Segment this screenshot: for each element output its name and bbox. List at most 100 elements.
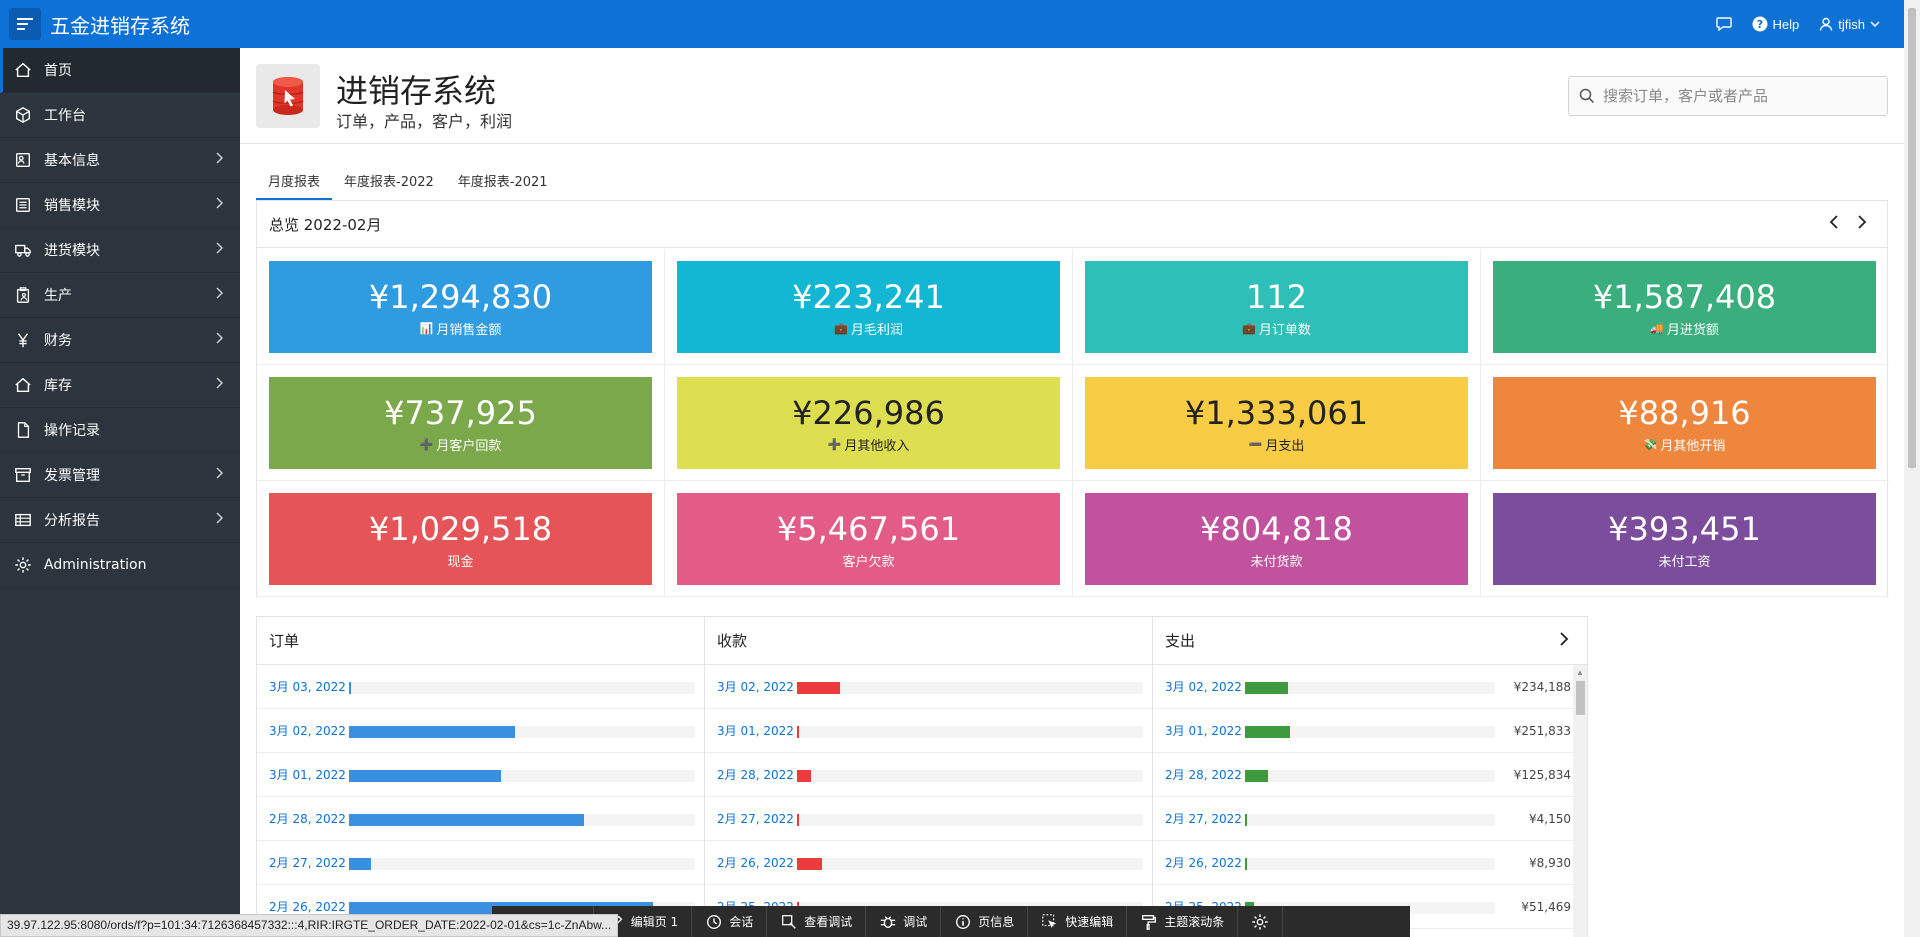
view-more-button[interactable] [1559,630,1569,651]
chevron-right-icon [216,377,224,393]
sidebar-item-10[interactable]: 分析报告 [0,498,240,543]
date-link[interactable]: 3月 01, 2022 [269,766,349,783]
chevron-right-icon [216,152,224,168]
table-icon [12,509,34,531]
date-link[interactable]: 2月 28, 2022 [1165,766,1245,783]
chevron-right-icon [216,197,224,213]
tab-monthly[interactable]: 月度报表 [256,166,333,200]
date-link[interactable]: 3月 02, 2022 [717,678,797,695]
metric-label-row: ➕ 月客户回款 [269,435,652,454]
devbar-cursor-button[interactable]: 快速编辑 [1028,906,1128,937]
metric-cell: ¥1,333,061 ➖ 月支出 [1073,365,1481,481]
sidebar-item-label: 基本信息 [44,153,100,169]
sidebar-item-label: 分析报告 [44,513,100,529]
date-link[interactable]: 2月 26, 2022 [717,854,797,871]
metric-label-row: ➖ 月支出 [1085,435,1468,454]
metric-label: 客户欠款 [842,555,895,570]
amount-value: ¥234,188 [1513,679,1571,694]
date-link[interactable]: 2月 27, 2022 [269,854,349,871]
sidebar-item-6[interactable]: 财务 [0,318,240,363]
metric-tile[interactable]: 112 💼 月订单数 [1085,261,1468,353]
metric-value: ¥88,916 [1618,394,1751,432]
metric-value: ¥226,986 [792,394,945,432]
help-button[interactable]: ? Help [1752,16,1799,32]
panel-scrollbar[interactable]: ▲ [1573,665,1587,937]
date-link[interactable]: 2月 27, 2022 [1165,810,1245,827]
panel-scrollbar-thumb[interactable] [1576,681,1585,715]
menu-toggle-button[interactable] [9,8,41,40]
bar-track [1245,682,1495,694]
sidebar-item-9[interactable]: 发票管理 [0,453,240,498]
gear-icon [12,554,34,576]
date-link[interactable]: 3月 02, 2022 [269,722,349,739]
tab-annual-2022[interactable]: 年度报表-2022 [332,166,446,200]
metric-tile[interactable]: ¥1,294,830 📊 月销售金额 [269,261,652,353]
sidebar-item-0[interactable]: 首页 [0,48,240,93]
metric-tile[interactable]: ¥226,986 ➕ 月其他收入 [677,377,1060,469]
metric-tile[interactable]: ¥393,451 未付工资 [1493,493,1876,585]
search-box [1568,76,1888,116]
scroll-up-icon[interactable]: ▲ [1576,668,1584,677]
metric-emoji-icon: ➕ [827,438,842,451]
sidebar-item-5[interactable]: 生产 [0,273,240,318]
date-link[interactable]: 3月 01, 2022 [1165,722,1245,739]
chat-button[interactable] [1715,17,1732,31]
sidebar-item-2[interactable]: 基本信息 [0,138,240,183]
panel-header: 支出 [1153,617,1587,665]
metric-label-row: 客户欠款 [677,551,1060,570]
sidebar-item-1[interactable]: 工作台 [0,93,240,138]
devbar-bug-button[interactable]: 调试 [866,906,942,937]
sidebar-item-7[interactable]: 库存 [0,363,240,408]
metric-label: 现金 [447,555,474,570]
metric-tile[interactable]: ¥737,925 ➕ 月客户回款 [269,377,652,469]
metric-cell: ¥1,029,518 现金 [257,481,665,597]
metric-value: ¥804,818 [1200,510,1353,548]
metric-tile[interactable]: ¥5,467,561 客户欠款 [677,493,1060,585]
sidebar-item-3[interactable]: 销售模块 [0,183,240,228]
metric-tile[interactable]: ¥1,029,518 现金 [269,493,652,585]
metric-tile[interactable]: ¥1,333,061 ➖ 月支出 [1085,377,1468,469]
metric-tile[interactable]: ¥223,241 💼 月毛利润 [677,261,1060,353]
date-link[interactable]: 2月 28, 2022 [269,810,349,827]
page-scrollbar[interactable] [1904,0,1920,937]
devbar-paint-roller-button[interactable]: 主题滚动条 [1127,906,1239,937]
sidebar-item-4[interactable]: 进货模块 [0,228,240,273]
metric-tile[interactable]: ¥1,587,408 🚚 月进货额 [1493,261,1876,353]
sidebar-item-11[interactable]: Administration [0,543,240,588]
date-link[interactable]: 2月 26, 2022 [1165,854,1245,871]
devbar-gear-button[interactable] [1238,906,1284,937]
previous-month-button[interactable] [1829,215,1839,233]
panel-title: 支出 [1165,632,1196,650]
bar-track [797,726,1143,738]
metric-value: ¥737,925 [384,394,537,432]
page-scrollbar-thumb[interactable] [1908,8,1916,468]
date-link[interactable]: 3月 02, 2022 [1165,678,1245,695]
home-icon [12,59,34,81]
page-subtitle: 订单，产品，客户，利润 [336,112,513,131]
list-item: 3月 01, 2022 ¥251,833 [1153,709,1573,753]
date-link[interactable]: 3月 01, 2022 [717,722,797,739]
devbar-info-button[interactable]: 页信息 [941,906,1029,937]
amount-bar [1245,682,1288,694]
tab-annual-2021[interactable]: 年度报表-2021 [446,166,560,200]
next-month-button[interactable] [1857,215,1867,233]
search-input[interactable] [1603,87,1873,105]
metric-cell: ¥226,986 ➕ 月其他收入 [665,365,1073,481]
devbar-clock-button[interactable]: 会话 [692,906,768,937]
sidebar-item-8[interactable]: 操作记录 [0,408,240,453]
date-link[interactable]: 3月 03, 2022 [269,678,349,695]
sidebar-item-label: 进货模块 [44,243,100,259]
metric-emoji-icon: 🚚 [1650,322,1664,335]
chevron-right-icon [216,512,224,528]
date-link[interactable]: 2月 28, 2022 [717,766,797,783]
date-link[interactable]: 2月 26, 2022 [269,898,349,915]
metric-label: 月销售金额 [436,323,502,338]
date-link[interactable]: 2月 27, 2022 [717,810,797,827]
metric-tile[interactable]: ¥88,916 💸 月其他开销 [1493,377,1876,469]
amount-bar [797,770,811,782]
amount-bar [349,858,371,870]
metric-value: 112 [1245,278,1308,316]
devbar-search-debug-button[interactable]: 查看调试 [767,906,867,937]
metric-tile[interactable]: ¥804,818 未付货款 [1085,493,1468,585]
user-menu-button[interactable]: tjfish [1819,17,1880,32]
